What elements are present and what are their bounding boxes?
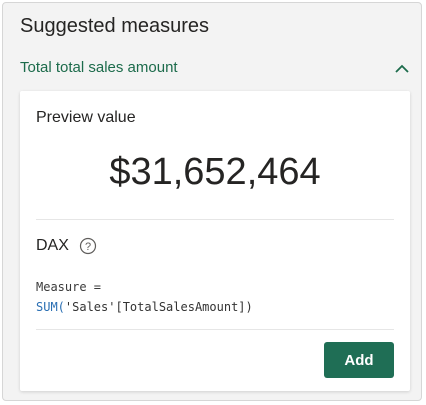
code-line-measure: Measure = — [36, 280, 102, 294]
divider — [36, 329, 394, 330]
add-button[interactable]: Add — [324, 342, 394, 378]
code-function: SUM( — [36, 300, 65, 314]
help-circle-icon[interactable]: ? — [79, 237, 97, 255]
dax-label: DAX — [36, 237, 69, 254]
dax-header: DAX ? — [36, 237, 97, 259]
divider — [36, 219, 394, 220]
measure-card: Preview value $31,652,464 DAX ? Measure … — [20, 91, 410, 391]
section-header[interactable]: Total total sales amount — [20, 59, 412, 79]
chevron-up-icon[interactable] — [392, 59, 412, 79]
preview-label: Preview value — [36, 109, 136, 126]
code-argument: 'Sales'[TotalSalesAmount] — [64, 300, 246, 314]
svg-text:?: ? — [85, 241, 91, 253]
dax-code: Measure = SUM('Sales'[TotalSalesAmount]) — [36, 277, 253, 317]
code-close: ) — [245, 300, 253, 314]
section-title: Total total sales amount — [20, 59, 178, 76]
panel-title: Suggested measures — [20, 15, 210, 37]
preview-value: $31,652,464 — [109, 151, 321, 193]
suggested-measures-panel: Suggested measures Total total sales amo… — [2, 2, 422, 401]
